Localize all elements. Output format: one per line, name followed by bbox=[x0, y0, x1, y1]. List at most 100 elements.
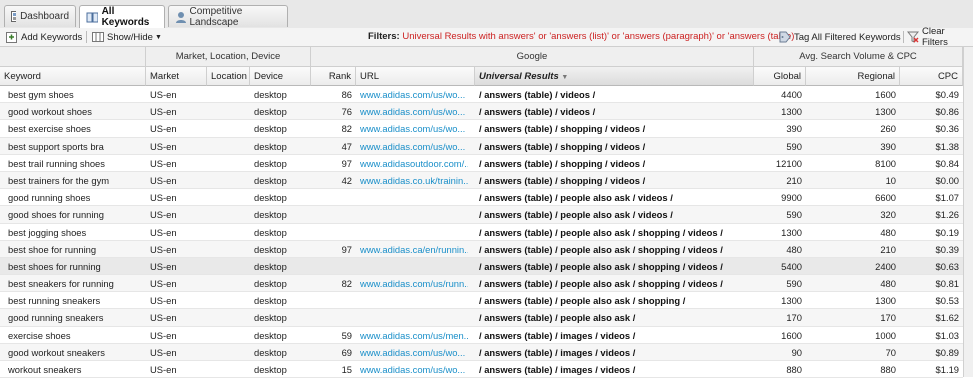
cell-url[interactable]: www.adidas.com/us/wo... bbox=[356, 120, 468, 137]
add-keywords-button[interactable]: Add Keywords bbox=[6, 30, 82, 44]
table-row[interactable]: workout sneakers US-en desktop 15 www.adidas… bbox=[0, 361, 963, 378]
table-row[interactable]: best support sports bra US-en desktop 47 www… bbox=[0, 137, 963, 155]
table-row[interactable]: good shoes for running US-en desktop / answ… bbox=[0, 206, 963, 224]
table-row[interactable]: best running sneakers US-en desktop / answe… bbox=[0, 292, 963, 310]
cell-cpc: $1.07 bbox=[935, 192, 959, 204]
cell-market: US-en bbox=[150, 329, 177, 341]
tab-dashboard-label: Dashboard bbox=[20, 11, 69, 22]
cell-keyword: best shoes for running bbox=[8, 260, 101, 272]
cell-global: 9900 bbox=[781, 192, 802, 204]
cell-market: US-en bbox=[150, 209, 177, 221]
cell-url[interactable] bbox=[356, 206, 468, 223]
table-row[interactable]: good running shoes US-en desktop / answers … bbox=[0, 189, 963, 207]
cell-market: US-en bbox=[150, 312, 177, 324]
cell-global: 1300 bbox=[781, 106, 802, 118]
col-header-keyword[interactable]: Keyword bbox=[0, 67, 146, 86]
table-row[interactable]: best trail running shoes US-en desktop 97 ww… bbox=[0, 155, 963, 172]
filters-value: Universal Results with answers' or 'answ… bbox=[402, 31, 795, 42]
cell-rank: 47 bbox=[341, 140, 352, 152]
cell-global: 880 bbox=[786, 364, 802, 375]
table-row[interactable]: best exercise shoes US-en desktop 82 www.adi… bbox=[0, 120, 963, 138]
cell-device: desktop bbox=[254, 329, 287, 341]
cell-url[interactable] bbox=[356, 309, 468, 326]
col-header-regional[interactable]: Regional bbox=[806, 67, 900, 86]
cell-keyword: best running sneakers bbox=[8, 295, 101, 307]
cell-universal: / answers (table) / people also ask / vi… bbox=[479, 209, 673, 221]
col-header-url[interactable]: URL bbox=[356, 67, 475, 86]
cell-url[interactable]: www.adidas.com/us/men... bbox=[356, 327, 468, 344]
cell-rank: 76 bbox=[341, 106, 352, 118]
cell-url[interactable]: www.adidas.com/us/wo... bbox=[356, 103, 468, 120]
table-row[interactable]: good running sneakers US-en desktop / answe… bbox=[0, 309, 963, 327]
table-row[interactable]: good workout sneakers US-en desktop 69 www.a… bbox=[0, 343, 963, 361]
cell-url[interactable]: www.adidas.com/us/wo... bbox=[356, 86, 468, 103]
cell-market: US-en bbox=[150, 346, 177, 358]
col-header-universal-results[interactable]: Universal Results ▼ bbox=[475, 67, 754, 86]
table-row[interactable]: best shoe for running US-en desktop 97 www.a… bbox=[0, 240, 963, 258]
cell-rank bbox=[311, 189, 356, 206]
cell-regional: 70 bbox=[885, 346, 896, 358]
cell-url[interactable]: www.adidas.co.uk/trainin... bbox=[356, 172, 468, 189]
col-header-global[interactable]: Global bbox=[754, 67, 806, 86]
show-hide-button[interactable]: Show/Hide ▼ bbox=[92, 30, 162, 44]
cell-device: desktop bbox=[254, 192, 287, 204]
cell-cpc: $0.84 bbox=[935, 157, 959, 169]
cell-cpc: $0.19 bbox=[935, 226, 959, 238]
cell-keyword: best jogging shoes bbox=[8, 226, 87, 238]
tag-all-filtered-button[interactable]: Tag All Filtered Keywords bbox=[779, 30, 901, 44]
col-header-device[interactable]: Device bbox=[250, 67, 311, 86]
cell-url[interactable] bbox=[356, 292, 468, 309]
cell-url[interactable] bbox=[356, 224, 468, 241]
table-row[interactable]: best trainers for the gym US-en desktop 42 w… bbox=[0, 171, 963, 190]
cell-url[interactable] bbox=[356, 258, 468, 275]
col-header-universal-label: Universal Results bbox=[479, 71, 559, 82]
table-row[interactable]: exercise shoes US-en desktop 59 www.adidas.c… bbox=[0, 327, 963, 344]
cell-url[interactable] bbox=[356, 189, 468, 206]
clear-filters-icon bbox=[907, 31, 919, 43]
cell-url[interactable]: www.adidas.ca/en/runnin... bbox=[356, 241, 468, 258]
cell-regional: 10 bbox=[885, 174, 896, 186]
cell-regional: 8100 bbox=[875, 157, 896, 169]
cell-keyword: good running sneakers bbox=[8, 312, 104, 324]
cell-url[interactable]: www.adidas.com/us/wo... bbox=[356, 361, 468, 378]
cell-url[interactable]: www.adidasoutdoor.com/... bbox=[356, 155, 468, 172]
vertical-scrollbar[interactable] bbox=[963, 47, 973, 377]
cell-cpc: $1.26 bbox=[935, 209, 959, 221]
col-header-location[interactable]: Location bbox=[207, 67, 250, 86]
cell-market: US-en bbox=[150, 123, 177, 135]
cell-url[interactable]: www.adidas.com/us/wo... bbox=[356, 138, 468, 155]
cell-cpc: $0.81 bbox=[935, 278, 959, 290]
cell-universal: / answers (table) / shopping / videos / bbox=[479, 157, 646, 169]
cell-location bbox=[207, 224, 250, 241]
cell-global: 590 bbox=[786, 140, 802, 152]
cell-global: 590 bbox=[786, 278, 802, 290]
tab-all-keywords-label: All Keywords bbox=[101, 6, 150, 28]
clear-filters-button[interactable]: Clear Filters bbox=[907, 26, 973, 48]
cell-url[interactable]: www.adidas.com/us/runn... bbox=[356, 275, 468, 292]
cell-rank: 82 bbox=[341, 123, 352, 135]
table-row[interactable]: best sneakers for running US-en desktop 82 w… bbox=[0, 275, 963, 293]
cell-regional: 1300 bbox=[875, 295, 896, 307]
col-header-cpc[interactable]: CPC bbox=[900, 67, 963, 86]
cell-universal: / answers (table) / people also ask / bbox=[479, 312, 636, 324]
table-row[interactable]: best jogging shoes US-en desktop / answers … bbox=[0, 224, 963, 241]
cell-global: 390 bbox=[786, 123, 802, 135]
cell-cpc: $1.19 bbox=[935, 364, 959, 375]
cell-rank bbox=[311, 292, 356, 309]
table-row[interactable]: good workout shoes US-en desktop 76 www.adid… bbox=[0, 103, 963, 121]
tab-dashboard[interactable]: Dashboard bbox=[4, 5, 76, 27]
cell-url[interactable]: www.adidas.com/us/wo... bbox=[356, 344, 468, 361]
cell-device: desktop bbox=[254, 346, 287, 358]
cell-universal: / answers (table) / images / videos / bbox=[479, 346, 636, 358]
col-header-market[interactable]: Market bbox=[146, 67, 207, 86]
table-row[interactable]: best gym shoes US-en desktop 86 www.adidas.c… bbox=[0, 86, 963, 104]
cell-rank: 97 bbox=[341, 157, 352, 169]
cell-rank bbox=[311, 206, 356, 223]
col-header-rank[interactable]: Rank bbox=[311, 67, 356, 86]
sort-desc-icon: ▼ bbox=[561, 74, 569, 81]
cell-universal: / answers (table) / images / videos / bbox=[479, 329, 636, 341]
cell-keyword: best sneakers for running bbox=[8, 278, 114, 290]
tab-all-keywords[interactable]: All Keywords bbox=[79, 5, 165, 28]
tab-competitive-landscape[interactable]: Competitive Landscape bbox=[168, 5, 288, 28]
table-row[interactable]: best shoes for running US-en desktop / answ… bbox=[0, 257, 963, 276]
